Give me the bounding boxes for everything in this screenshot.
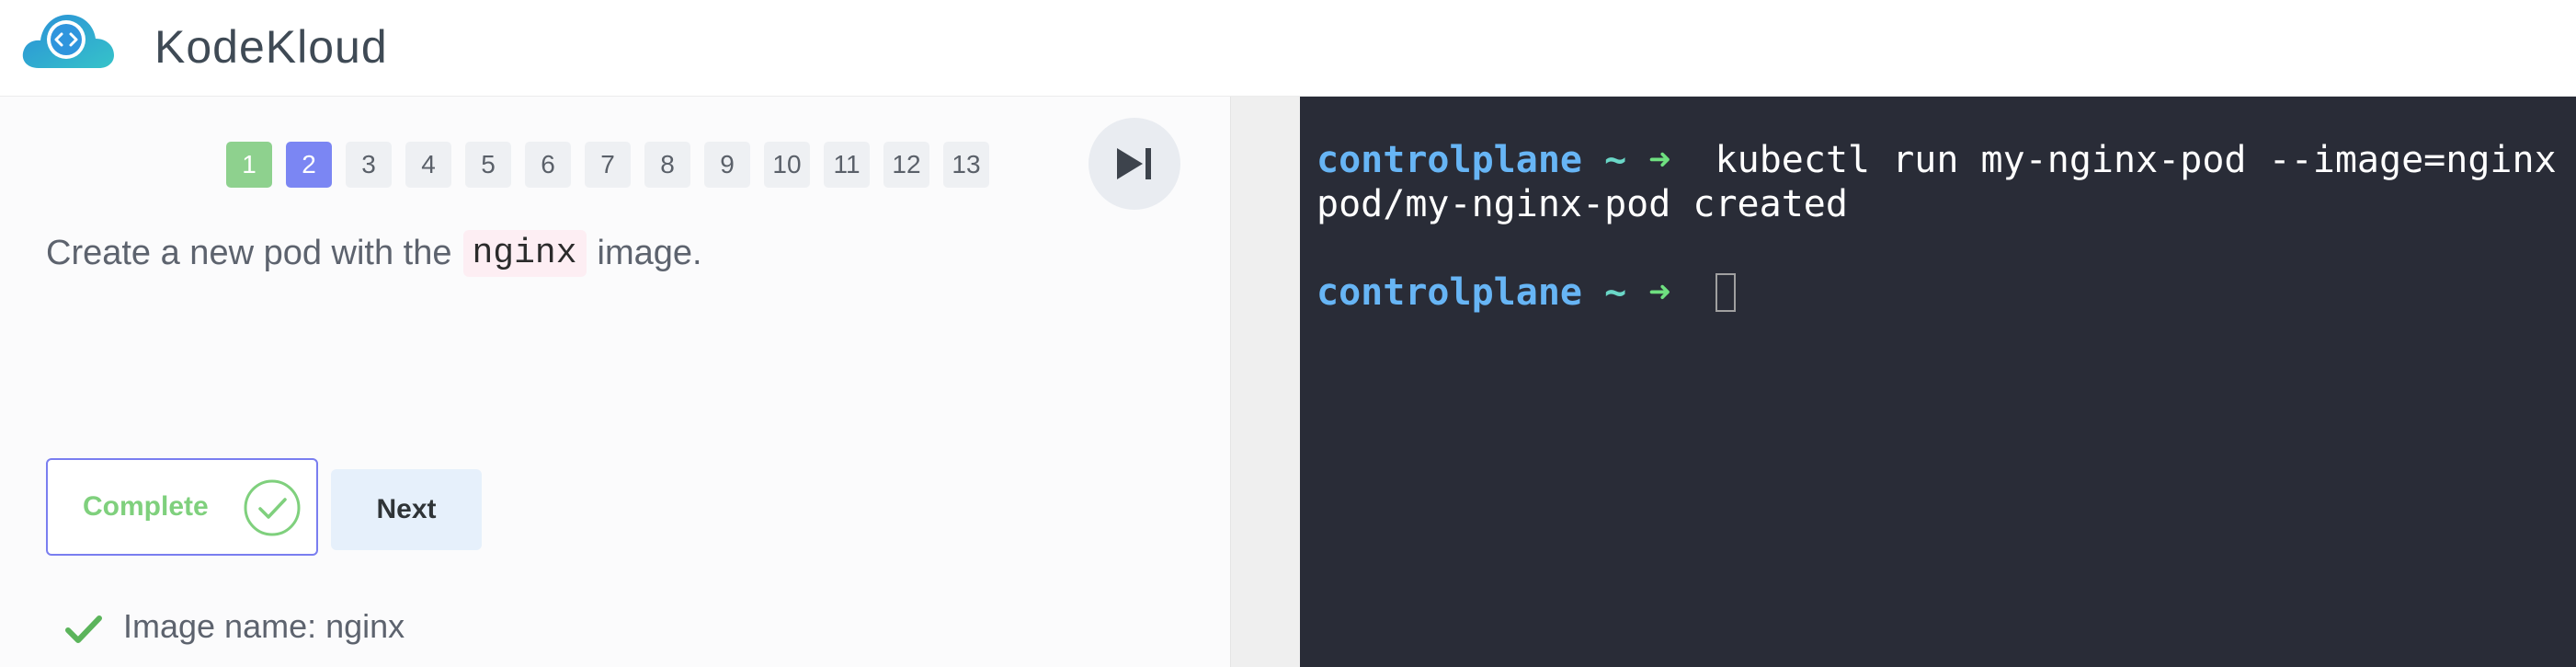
step-8[interactable]: 8 — [644, 142, 690, 188]
question-code: nginx — [462, 230, 587, 277]
question-text-before: Create a new pod with the — [46, 234, 452, 272]
prompt-tilde: ~ — [1604, 139, 1627, 181]
cloud-code-icon — [22, 15, 114, 68]
skip-button[interactable] — [1089, 118, 1180, 210]
prompt-arrow: ➜ — [1648, 139, 1671, 181]
step-7[interactable]: 7 — [585, 142, 631, 188]
step-3[interactable]: 3 — [346, 142, 392, 188]
prompt-host: controlplane — [1316, 271, 1582, 314]
question-text-after: image. — [597, 234, 702, 272]
prompt-tilde: ~ — [1604, 271, 1627, 314]
terminal-output[interactable]: controlplane ~ ➜ kubectl run my-nginx-po… — [1316, 138, 2557, 315]
step-1[interactable]: 1 — [226, 142, 272, 188]
terminal-cursor — [1715, 273, 1736, 312]
terminal-command: kubectl run my-nginx-pod --image=nginx — [1693, 139, 2557, 181]
question-text: Create a new pod with the nginx image. — [46, 230, 702, 277]
step-6[interactable]: 6 — [525, 142, 571, 188]
step-4[interactable]: 4 — [405, 142, 451, 188]
prompt-arrow: ➜ — [1648, 271, 1671, 314]
step-11[interactable]: 11 — [824, 142, 870, 188]
complete-button[interactable]: Complete — [46, 458, 318, 556]
result-label: Image name: nginx — [123, 607, 405, 645]
step-10[interactable]: 10 — [764, 142, 810, 188]
complete-button-label: Complete — [83, 491, 209, 522]
prompt-host: controlplane — [1316, 139, 1582, 181]
step-12[interactable]: 12 — [883, 142, 929, 188]
step-navigation: 1 2 3 4 5 6 7 8 9 10 11 12 13 — [226, 142, 1003, 188]
terminal-line: controlplane ~ ➜ kubectl run my-nginx-po… — [1316, 138, 2557, 182]
terminal-line: pod/my-nginx-pod created — [1316, 182, 2557, 226]
step-5[interactable]: 5 — [465, 142, 511, 188]
brand-name: KodeKloud — [154, 21, 388, 73]
step-9[interactable]: 9 — [704, 142, 750, 188]
checkmark-icon — [65, 615, 102, 643]
step-13[interactable]: 13 — [943, 142, 989, 188]
terminal-output-text: pod/my-nginx-pod created — [1316, 183, 1848, 225]
step-2[interactable]: 2 — [286, 142, 332, 188]
next-button[interactable]: Next — [331, 469, 482, 550]
terminal-line: controlplane ~ ➜ — [1316, 270, 2557, 315]
check-circle-icon — [244, 479, 301, 536]
top-header: KodeKloud — [0, 0, 2576, 97]
skip-forward-icon — [1117, 148, 1151, 179]
panel-divider[interactable] — [1230, 97, 1301, 667]
